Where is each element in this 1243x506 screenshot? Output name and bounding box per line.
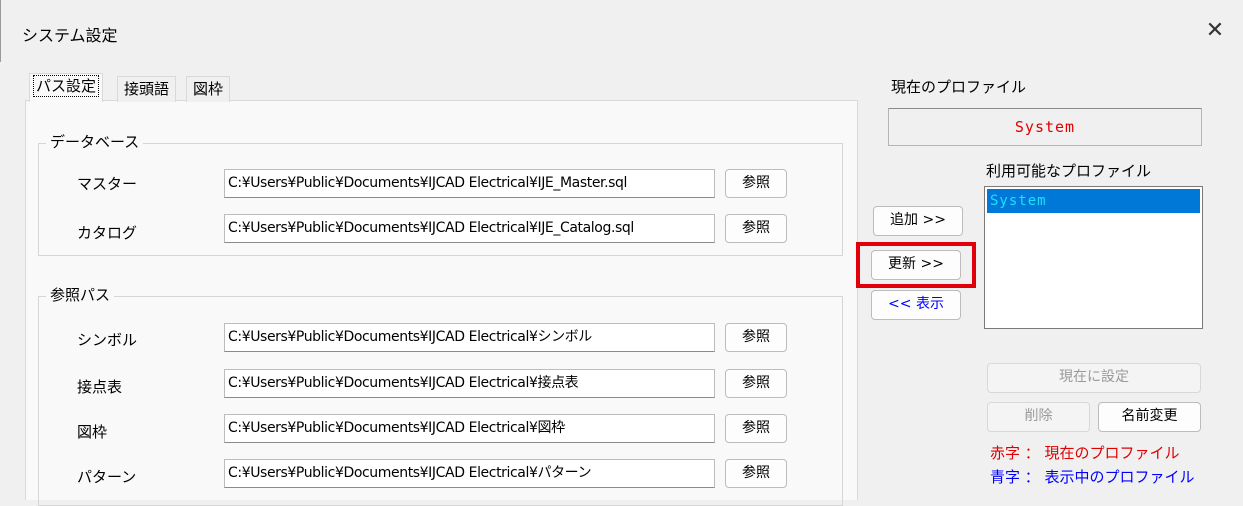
legend-shown-profile: 青字 ： 表示中のプロファイル bbox=[990, 468, 1195, 486]
tab-path-settings[interactable]: パス設定 bbox=[29, 73, 104, 102]
delete-profile-button[interactable]: 削除 bbox=[987, 402, 1090, 432]
frame-path-field[interactable]: C:¥Users¥Public¥Documents¥IJCAD Electric… bbox=[224, 414, 715, 443]
current-profile-label: 現在のプロファイル bbox=[891, 78, 1027, 96]
frame-label: 図枠 bbox=[77, 423, 108, 441]
available-profiles-list[interactable]: System bbox=[984, 186, 1203, 329]
frame-browse-button[interactable]: 参照 bbox=[725, 414, 787, 443]
reference-paths-title: 参照パス bbox=[46, 284, 115, 305]
catalog-label: カタログ bbox=[77, 224, 138, 242]
catalog-browse-button[interactable]: 参照 bbox=[725, 214, 787, 243]
database-group-title: データベース bbox=[46, 131, 144, 152]
set-current-button[interactable]: 現在に設定 bbox=[987, 363, 1201, 393]
available-profiles-label: 利用可能なプロファイル bbox=[986, 162, 1152, 180]
symbol-path-field[interactable]: C:¥Users¥Public¥Documents¥IJCAD Electric… bbox=[224, 323, 715, 352]
master-path-field[interactable]: C:¥Users¥Public¥Documents¥IJCAD Electric… bbox=[224, 169, 715, 198]
highlight-annotation bbox=[856, 242, 976, 288]
contact-table-label: 接点表 bbox=[77, 378, 123, 396]
list-item[interactable]: System bbox=[987, 189, 1200, 213]
pattern-path-field[interactable]: C:¥Users¥Public¥Documents¥IJCAD Electric… bbox=[224, 459, 715, 488]
tab-label: パス設定 bbox=[32, 75, 100, 97]
tab-label: 接頭語 bbox=[124, 80, 170, 98]
window-title: システム設定 bbox=[22, 26, 118, 45]
rename-profile-button[interactable]: 名前変更 bbox=[1098, 402, 1201, 432]
contact-table-browse-button[interactable]: 参照 bbox=[725, 369, 787, 398]
current-profile-display: System bbox=[888, 108, 1202, 146]
master-browse-button[interactable]: 参照 bbox=[725, 169, 787, 198]
symbol-browse-button[interactable]: 参照 bbox=[725, 323, 787, 352]
pattern-label: パターン bbox=[77, 468, 137, 486]
show-profile-button[interactable]: << 表示 bbox=[871, 290, 961, 320]
symbol-label: シンボル bbox=[77, 331, 138, 349]
legend-current-profile: 赤字 ： 現在のプロファイル bbox=[990, 444, 1180, 462]
catalog-path-field[interactable]: C:¥Users¥Public¥Documents¥IJCAD Electric… bbox=[224, 214, 715, 243]
contact-table-path-field[interactable]: C:¥Users¥Public¥Documents¥IJCAD Electric… bbox=[224, 369, 715, 398]
tab-prefix[interactable]: 接頭語 bbox=[117, 76, 177, 102]
tab-frame[interactable]: 図枠 bbox=[186, 76, 231, 102]
master-label: マスター bbox=[77, 175, 138, 193]
title-bar bbox=[0, 0, 1243, 62]
pattern-browse-button[interactable]: 参照 bbox=[725, 459, 787, 488]
close-icon[interactable]: ✕ bbox=[1200, 16, 1230, 46]
add-profile-button[interactable]: 追加 >> bbox=[873, 206, 963, 236]
tab-label: 図枠 bbox=[193, 80, 224, 98]
